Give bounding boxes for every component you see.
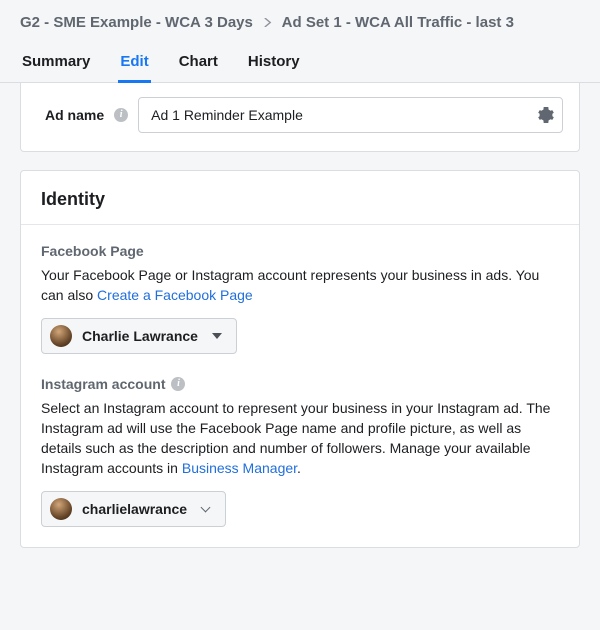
ad-name-input[interactable] [151,107,538,123]
breadcrumb: G2 - SME Example - WCA 3 Days Ad Set 1 -… [0,0,600,35]
tab-edit[interactable]: Edit [118,45,150,83]
tab-chart[interactable]: Chart [177,45,220,82]
instagram-account-selected: charlielawrance [82,501,187,517]
ad-name-label: Ad name [37,107,104,123]
identity-card: Identity Facebook Page Your Facebook Pag… [20,170,580,548]
facebook-page-selector[interactable]: Charlie Lawrance [41,318,237,354]
chevron-down-icon [201,504,211,514]
instagram-account-selector[interactable]: charlielawrance [41,491,226,527]
chevron-down-icon [212,333,222,339]
chevron-right-icon [263,14,272,31]
ad-name-input-wrap [138,97,563,133]
facebook-page-title: Facebook Page [41,243,559,259]
instagram-account-section: Instagram account i Select an Instagram … [21,354,579,547]
identity-heading: Identity [21,171,579,224]
tab-summary[interactable]: Summary [20,45,92,82]
create-facebook-page-link[interactable]: Create a Facebook Page [97,287,253,303]
instagram-account-title: Instagram account i [41,376,559,392]
breadcrumb-adset[interactable]: Ad Set 1 - WCA All Traffic - last 3 [282,14,514,31]
avatar [50,498,72,520]
ad-name-card: Ad name i [20,83,580,152]
facebook-page-section: Facebook Page Your Facebook Page or Inst… [21,225,579,354]
tabs: Summary Edit Chart History [0,35,600,83]
instagram-title-text: Instagram account [41,376,165,392]
avatar [50,325,72,347]
info-icon[interactable]: i [171,377,185,391]
breadcrumb-campaign[interactable]: G2 - SME Example - WCA 3 Days [20,14,253,31]
gear-icon[interactable] [538,107,554,123]
tab-history[interactable]: History [246,45,302,82]
instagram-desc-post: . [297,460,301,476]
instagram-account-description: Select an Instagram account to represent… [41,398,559,479]
info-icon[interactable]: i [114,108,128,122]
ads-manager-edit-panel: G2 - SME Example - WCA 3 Days Ad Set 1 -… [0,0,600,548]
facebook-page-selected: Charlie Lawrance [82,328,198,344]
facebook-page-description: Your Facebook Page or Instagram account … [41,265,559,306]
business-manager-link[interactable]: Business Manager [182,460,297,476]
